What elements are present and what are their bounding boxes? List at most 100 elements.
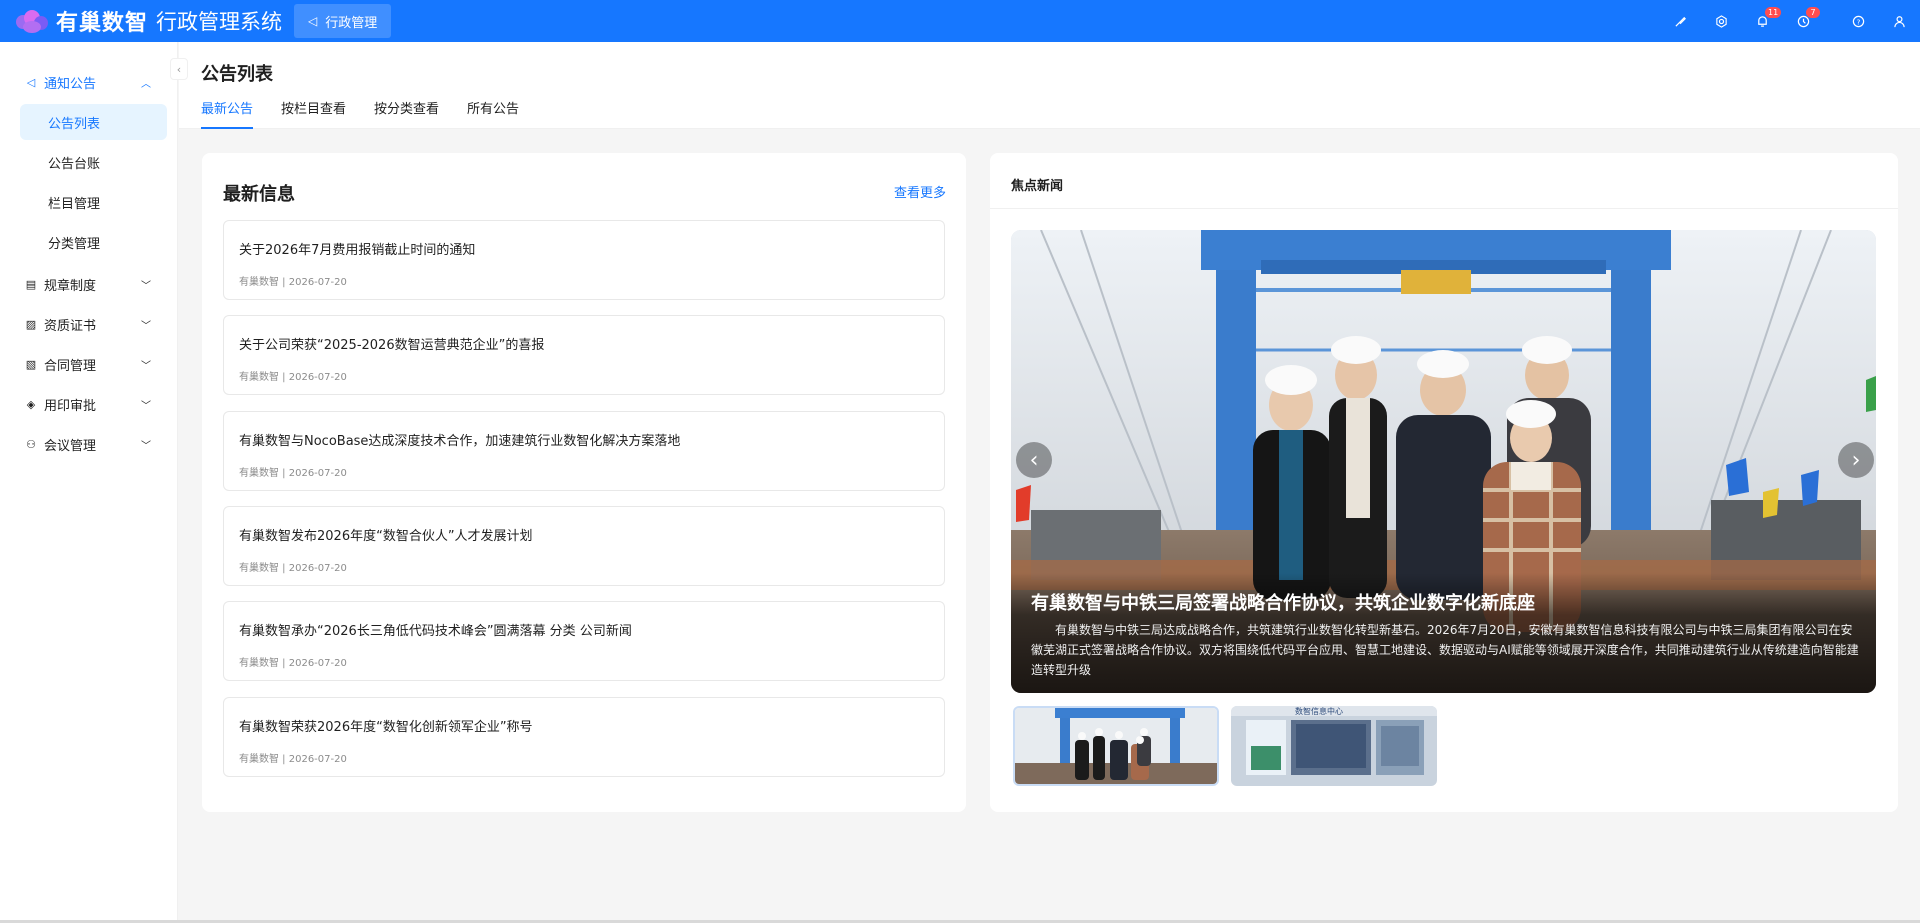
chevron-left-icon: ‹ (176, 62, 182, 76)
sidebar-group-certificates[interactable]: ▨ 资质证书 ﹀ (0, 304, 177, 344)
brush-icon (1675, 16, 1686, 27)
sidebar: ◁ 通知公告 ︿ 公告列表 公告台账 栏目管理 分类管理 ▤ 规章制度 ﹀ ▨ … (0, 42, 178, 923)
user-icon (1894, 15, 1905, 27)
sidebar-group-label: 会议管理 (44, 438, 97, 454)
thumb-photo (1015, 708, 1217, 784)
list-item[interactable]: 有巢数智承办“2026长三角低代码技术峰会”圆满落幕 分类 公司新闻 有巢数智 … (223, 601, 945, 681)
carousel-prev-button[interactable]: ‹ (1016, 442, 1052, 478)
chevron-down-icon: ﹀ (141, 400, 151, 412)
page-title: 公告列表 (201, 64, 273, 85)
contract-icon: ▧ (25, 357, 37, 371)
tab-by-column[interactable]: 按栏目查看 (281, 98, 346, 129)
sidebar-group-rules[interactable]: ▤ 规章制度 ﹀ (0, 264, 177, 304)
sidebar-item-label: 公告台账 (48, 156, 101, 172)
page-tabs: 最新公告 按栏目查看 按分类查看 所有公告 (201, 98, 547, 129)
focus-news-header: 焦点新闻 (990, 153, 1898, 209)
slide-title[interactable]: 有巢数智与中铁三局签署战略合作协议，共筑企业数字化新底座 (1031, 589, 1535, 615)
todo-badge: 7 (1806, 7, 1820, 18)
carousel-next-button[interactable]: › (1838, 442, 1874, 478)
top-menu-admin[interactable]: ◁ 行政管理 (294, 4, 392, 38)
file-icon: ▤ (25, 277, 37, 291)
logo-text: 有巢数智 (56, 11, 149, 36)
svg-text:?: ? (1857, 17, 1861, 26)
focus-news-card: 焦点新闻 ‹ › 有巢数智与中铁三局签署战略合作协议，共筑企业数字化新底座 有巢… (990, 153, 1898, 812)
sidebar-group-meeting[interactable]: ⚇ 会议管理 ﹀ (0, 424, 177, 464)
notification-button[interactable]: 11 (1742, 0, 1783, 42)
news-meta: 有巢数智 | 2026-07-20 (239, 658, 347, 669)
list-item[interactable]: 有巢数智发布2026年度“数智合伙人”人才发展计划 有巢数智 | 2026-07… (223, 506, 945, 586)
list-item[interactable]: 关于2026年7月费用报销截止时间的通知 有巢数智 | 2026-07-20 (223, 220, 945, 300)
focus-news-title: 焦点新闻 (1011, 179, 1064, 194)
tab-latest[interactable]: 最新公告 (201, 98, 254, 129)
certificate-icon: ▨ (25, 317, 37, 331)
tab-all[interactable]: 所有公告 (467, 98, 519, 129)
meeting-icon: ⚇ (26, 437, 36, 451)
app-title: 行政管理系统 (156, 10, 283, 34)
sidebar-item-notice-list[interactable]: 公告列表 (20, 104, 167, 140)
sidebar-item-category-manage[interactable]: 分类管理 (20, 224, 167, 260)
top-menu-label: 行政管理 (325, 15, 378, 31)
logo-icon (14, 7, 54, 35)
sidebar-group-contracts[interactable]: ▧ 合同管理 ﹀ (0, 344, 177, 384)
news-meta: 有巢数智 | 2026-07-20 (239, 277, 347, 288)
sidebar-item-column-manage[interactable]: 栏目管理 (20, 184, 167, 220)
settings-button[interactable] (1701, 0, 1742, 42)
news-title: 有巢数智承办“2026长三角低代码技术峰会”圆满落幕 分类 公司新闻 (239, 624, 632, 639)
help-button[interactable]: ? (1838, 0, 1879, 42)
sidebar-group-label: 通知公告 (44, 76, 97, 92)
chevron-down-icon: ﹀ (141, 360, 151, 372)
latest-info-card: 最新信息 查看更多 关于2026年7月费用报销截止时间的通知 有巢数智 | 20… (202, 153, 966, 812)
carousel-thumb-1[interactable] (1013, 706, 1219, 786)
sound-icon: ◁ (26, 75, 36, 89)
thumb-banner-text: 数智信息中心 (1295, 707, 1343, 716)
sidebar-group-label: 规章制度 (44, 278, 97, 294)
news-title: 有巢数智与NocoBase达成深度技术合作，加速建筑行业数智化解决方案落地 (239, 434, 681, 449)
sidebar-item-label: 栏目管理 (48, 196, 101, 212)
news-meta: 有巢数智 | 2026-07-20 (239, 563, 347, 574)
sidebar-item-notice-ledger[interactable]: 公告台账 (20, 144, 167, 180)
chevron-up-icon: ︿ (141, 78, 151, 90)
news-meta: 有巢数智 | 2026-07-20 (239, 754, 347, 765)
thumb-photo (1231, 706, 1437, 786)
sidebar-group-label: 用印审批 (44, 398, 97, 414)
header-spacer (1824, 0, 1838, 42)
sidebar-collapse-button[interactable]: ‹ (170, 58, 188, 80)
todo-button[interactable]: 7 (1783, 0, 1824, 42)
sidebar-group-label: 资质证书 (44, 318, 97, 334)
list-item[interactable]: 有巢数智与NocoBase达成深度技术合作，加速建筑行业数智化解决方案落地 有巢… (223, 411, 945, 491)
chevron-right-icon: › (1851, 447, 1861, 473)
sidebar-item-label: 公告列表 (48, 116, 101, 132)
carousel-thumb-2[interactable]: 数智信息中心 (1231, 706, 1437, 786)
slide-description: 有巢数智与中铁三局达成战略合作，共筑建筑行业数智化转型新基石。2026年7月20… (1031, 623, 1859, 677)
sidebar-group-seal[interactable]: ◈ 用印审批 ﹀ (0, 384, 177, 424)
seal-icon: ◈ (26, 397, 36, 411)
list-item[interactable]: 关于公司荣获“2025-2026数智运营典范企业”的喜报 有巢数智 | 2026… (223, 315, 945, 395)
user-button[interactable] (1879, 0, 1920, 42)
tab-by-category[interactable]: 按分类查看 (374, 98, 439, 129)
view-more-link[interactable]: 查看更多 (894, 182, 946, 201)
chevron-down-icon: ﹀ (141, 280, 151, 292)
brush-button[interactable] (1660, 0, 1701, 42)
sidebar-group-label: 合同管理 (44, 358, 97, 374)
news-meta: 有巢数智 | 2026-07-20 (239, 372, 347, 383)
sidebar-group-notice[interactable]: ◁ 通知公告 ︿ (0, 62, 177, 102)
header-actions: 11 7 ? (1660, 0, 1920, 42)
news-title: 有巢数智荣获2026年度“数智化创新领军企业”称号 (239, 720, 533, 735)
gear-icon (1716, 14, 1727, 28)
logo[interactable]: 有巢数智 (0, 0, 148, 42)
sidebar-item-label: 分类管理 (48, 236, 101, 252)
help-icon: ? (1852, 15, 1865, 27)
chevron-down-icon: ﹀ (141, 320, 151, 332)
chevron-left-icon: ‹ (1029, 447, 1039, 473)
news-meta: 有巢数智 | 2026-07-20 (239, 468, 347, 479)
news-title: 有巢数智发布2026年度“数智合伙人”人才发展计划 (239, 529, 533, 544)
chevron-down-icon: ﹀ (141, 440, 151, 452)
news-title: 关于公司荣获“2025-2026数智运营典范企业”的喜报 (239, 338, 545, 353)
sound-icon: ◁ (308, 14, 318, 28)
latest-info-title: 最新信息 (223, 184, 295, 205)
news-title: 关于2026年7月费用报销截止时间的通知 (239, 243, 476, 258)
page-header: 公告列表 最新公告 按栏目查看 按分类查看 所有公告 (179, 42, 1920, 129)
notification-badge: 11 (1765, 7, 1782, 18)
news-carousel[interactable]: ‹ › 有巢数智与中铁三局签署战略合作协议，共筑企业数字化新底座 有巢数智与中铁… (1011, 230, 1876, 693)
list-item[interactable]: 有巢数智荣获2026年度“数智化创新领军企业”称号 有巢数智 | 2026-07… (223, 697, 945, 777)
